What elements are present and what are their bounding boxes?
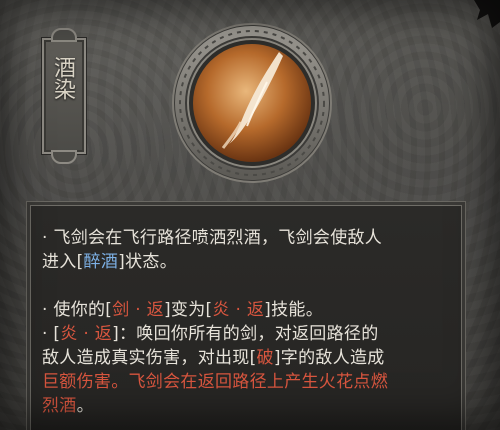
desc-line: · 飞剑会在飞行路径喷洒烈酒，飞剑会使敌人 xyxy=(42,228,383,248)
frame-crack-decoration xyxy=(474,0,500,28)
skill-name-plaque: 酒染 xyxy=(42,38,86,154)
desc-line: 进入[醉酒]状态。 xyxy=(42,252,177,272)
skill-icon-medallion xyxy=(172,23,332,183)
desc-line: · [炎 · 返]：唤回你所有的剑，对返回路径的 xyxy=(42,324,379,344)
huge-damage-term: 巨额伤害 xyxy=(42,372,112,392)
desc-line: · 使你的[剑 · 返]变为[炎 · 返]技能。 xyxy=(42,300,323,320)
skill-name: 酒染 xyxy=(50,56,75,100)
skill-description: · 飞剑会在飞行路径喷洒烈酒，飞剑会使敌人 进入[醉酒]状态。 · 使你的[剑 … xyxy=(42,226,462,418)
skill-tooltip-panel: 酒染 · 飞剑会在飞行路径喷洒烈酒，飞剑会使敌人 进入[醉酒]状态。 · 使你的… xyxy=(0,0,500,430)
desc-line: 敌人造成真实伤害，对出现[破]字的敌人造成 xyxy=(42,348,385,368)
desc-line: 巨额伤害。飞剑会在返回路径上产生火花点燃 xyxy=(42,372,389,392)
skill-term-flame-return: 炎 · 返 xyxy=(60,324,113,344)
skill-term-flame-return: 炎 · 返 xyxy=(212,300,265,320)
desc-line: 烈酒。 xyxy=(42,396,94,416)
break-mark-term: 破 xyxy=(256,348,274,368)
drunk-status-term: 醉酒 xyxy=(83,252,119,272)
skill-term-sword-return: 剑 · 返 xyxy=(112,300,164,320)
spirits-term: 烈酒 xyxy=(42,396,77,416)
